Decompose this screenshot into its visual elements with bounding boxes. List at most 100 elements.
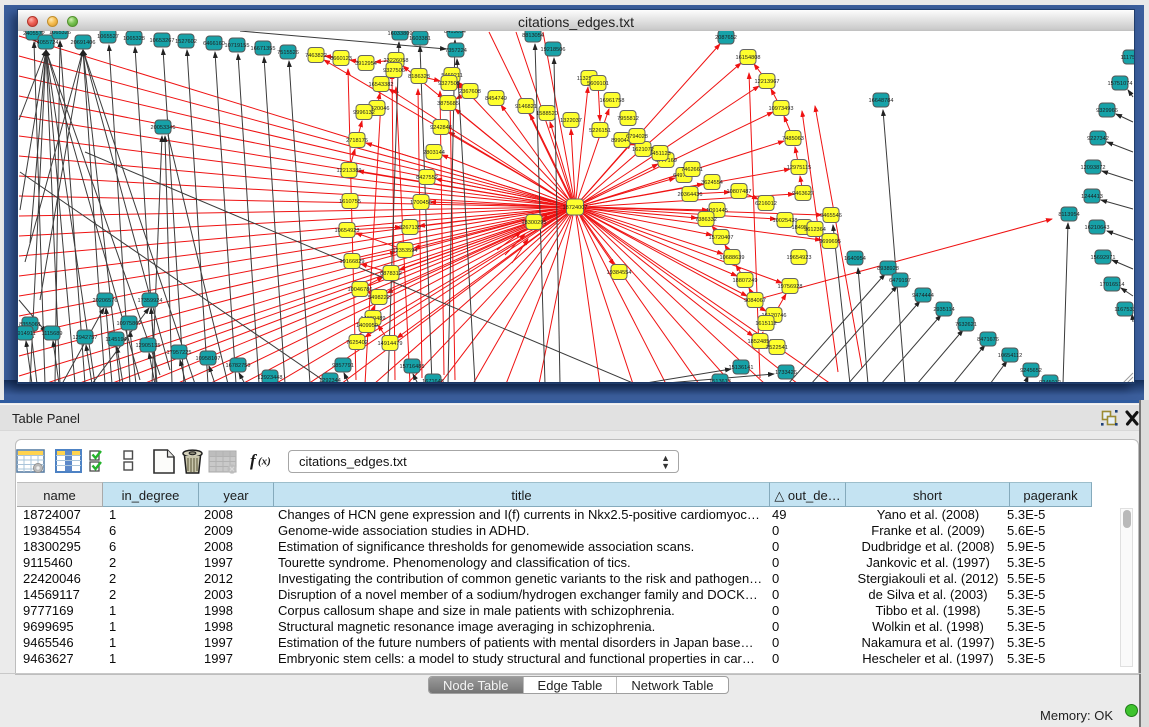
svg-text:2367608: 2367608 bbox=[459, 89, 481, 95]
svg-text:5498222: 5498222 bbox=[368, 295, 390, 301]
svg-text:12093872: 12093872 bbox=[1081, 165, 1106, 171]
svg-text:9245652: 9245652 bbox=[1020, 368, 1042, 374]
svg-text:19218506: 19218506 bbox=[541, 47, 566, 53]
svg-text:8471676: 8471676 bbox=[977, 337, 999, 343]
svg-text:1527602: 1527602 bbox=[175, 39, 197, 45]
svg-text:2718176: 2718176 bbox=[346, 138, 368, 144]
svg-text:18300295: 18300295 bbox=[522, 220, 547, 226]
svg-text:7463822: 7463822 bbox=[305, 53, 327, 59]
svg-text:1322037: 1322037 bbox=[560, 118, 582, 124]
svg-text:15720407: 15720407 bbox=[709, 235, 734, 241]
svg-text:10025438: 10025438 bbox=[773, 218, 798, 224]
svg-text:19756928: 19756928 bbox=[778, 284, 803, 290]
svg-text:6794028: 6794028 bbox=[626, 134, 648, 140]
svg-text:5609101: 5609101 bbox=[587, 81, 609, 87]
svg-text:1640954: 1640954 bbox=[844, 256, 866, 262]
svg-text:3912954: 3912954 bbox=[355, 61, 377, 67]
svg-text:10653267: 10653267 bbox=[150, 38, 175, 44]
svg-text:17359924: 17359924 bbox=[138, 298, 163, 304]
svg-text:7955812: 7955812 bbox=[617, 116, 639, 122]
svg-text:8938928: 8938928 bbox=[877, 266, 899, 272]
svg-text:(x): (x) bbox=[258, 456, 271, 468]
svg-text:18724007: 18724007 bbox=[563, 205, 588, 211]
svg-text:9327506: 9327506 bbox=[383, 68, 405, 74]
svg-text:9245012: 9245012 bbox=[1039, 380, 1061, 382]
svg-text:10975867: 10975867 bbox=[117, 321, 142, 327]
svg-text:8660123: 8660123 bbox=[330, 56, 352, 62]
svg-text:1733426: 1733426 bbox=[775, 370, 797, 376]
svg-text:8186328: 8186328 bbox=[408, 74, 430, 80]
svg-text:3914911: 3914911 bbox=[18, 331, 36, 337]
svg-text:2087652: 2087652 bbox=[715, 35, 737, 41]
svg-text:14914479: 14914479 bbox=[378, 341, 403, 347]
svg-text:9612364: 9612364 bbox=[804, 227, 826, 233]
svg-text:1700456: 1700456 bbox=[410, 200, 432, 206]
svg-text:15692971: 15692971 bbox=[1091, 255, 1116, 261]
svg-text:1610755: 1610755 bbox=[339, 199, 361, 205]
svg-text:7357224: 7357224 bbox=[445, 48, 467, 54]
svg-text:10654923: 10654923 bbox=[335, 228, 360, 234]
svg-text:10719155: 10719155 bbox=[225, 43, 250, 49]
svg-text:15716485: 15716485 bbox=[400, 364, 425, 370]
svg-text:8813054: 8813054 bbox=[522, 33, 544, 39]
svg-text:16961758: 16961758 bbox=[600, 98, 625, 104]
svg-text:12975115: 12975115 bbox=[787, 165, 811, 171]
svg-text:18807249: 18807249 bbox=[733, 278, 758, 284]
svg-text:12905135: 12905135 bbox=[136, 343, 161, 349]
svg-text:17016514: 17016514 bbox=[1100, 282, 1125, 288]
svg-text:9227342: 9227342 bbox=[1087, 136, 1109, 142]
svg-text:16154808: 16154808 bbox=[736, 55, 761, 61]
svg-text:3624554: 3624554 bbox=[701, 180, 723, 186]
svg-text:9996132: 9996132 bbox=[353, 110, 375, 116]
svg-text:7485063: 7485063 bbox=[782, 136, 804, 142]
svg-text:20364436: 20364436 bbox=[678, 192, 703, 198]
svg-text:2803144: 2803144 bbox=[423, 150, 445, 156]
svg-text:1065328: 1065328 bbox=[123, 36, 145, 42]
svg-text:9242848: 9242848 bbox=[430, 125, 452, 131]
svg-text:9329966: 9329966 bbox=[1096, 108, 1118, 114]
svg-text:1513613: 1513613 bbox=[709, 379, 731, 382]
svg-text:1115689: 1115689 bbox=[42, 331, 63, 337]
svg-text:16782759: 16782759 bbox=[226, 363, 251, 369]
svg-text:7515526: 7515526 bbox=[277, 50, 299, 56]
svg-text:15136141: 15136141 bbox=[729, 365, 754, 371]
svg-text:15751074: 15751074 bbox=[1108, 81, 1133, 87]
svg-text:19384554: 19384554 bbox=[607, 270, 632, 276]
svg-text:12923448: 12923448 bbox=[258, 375, 283, 381]
svg-text:12942757: 12942757 bbox=[73, 335, 98, 341]
svg-text:1065527: 1065527 bbox=[97, 34, 119, 40]
svg-text:1065326: 1065326 bbox=[49, 31, 71, 36]
svg-text:20206576: 20206576 bbox=[93, 298, 118, 304]
svg-text:12213967: 12213967 bbox=[755, 79, 780, 85]
svg-text:7386332: 7386332 bbox=[695, 217, 717, 223]
svg-text:24055724: 24055724 bbox=[34, 40, 59, 46]
svg-text:9465546: 9465546 bbox=[820, 213, 842, 219]
svg-text:10046786: 10046786 bbox=[348, 287, 373, 293]
svg-text:6466160: 6466160 bbox=[203, 41, 225, 47]
svg-text:20691406: 20691406 bbox=[71, 40, 96, 46]
svg-text:10973493: 10973493 bbox=[769, 106, 794, 112]
svg-text:6216012: 6216012 bbox=[755, 201, 777, 207]
svg-text:16671355: 16671355 bbox=[251, 46, 276, 52]
svg-text:8113954: 8113954 bbox=[1058, 212, 1079, 218]
svg-text:12213389: 12213389 bbox=[337, 168, 362, 174]
svg-text:1244413: 1244413 bbox=[1081, 194, 1103, 200]
svg-text:1621072: 1621072 bbox=[632, 147, 654, 153]
svg-text:1615112: 1615112 bbox=[755, 321, 776, 327]
svg-text:1145194: 1145194 bbox=[105, 337, 126, 343]
svg-text:3875685: 3875685 bbox=[437, 101, 459, 107]
svg-text:17957225: 17957225 bbox=[167, 350, 192, 356]
svg-text:8878312: 8878312 bbox=[380, 271, 402, 277]
svg-text:1117533: 1117533 bbox=[1121, 55, 1134, 61]
svg-text:8413054: 8413054 bbox=[444, 31, 466, 35]
svg-text:1588520: 1588520 bbox=[536, 111, 558, 117]
svg-text:19654923: 19654923 bbox=[787, 255, 812, 261]
svg-text:7625402: 7625402 bbox=[346, 340, 368, 346]
svg-text:16543382: 16543382 bbox=[369, 82, 394, 88]
svg-text:9084067: 9084067 bbox=[744, 298, 766, 304]
svg-text:10654112: 10654112 bbox=[998, 353, 1022, 359]
svg-text:16210643: 16210643 bbox=[1085, 225, 1110, 231]
svg-text:16648784: 16648784 bbox=[869, 98, 894, 104]
svg-text:1409950: 1409950 bbox=[356, 323, 378, 329]
svg-text:f: f bbox=[250, 451, 258, 470]
